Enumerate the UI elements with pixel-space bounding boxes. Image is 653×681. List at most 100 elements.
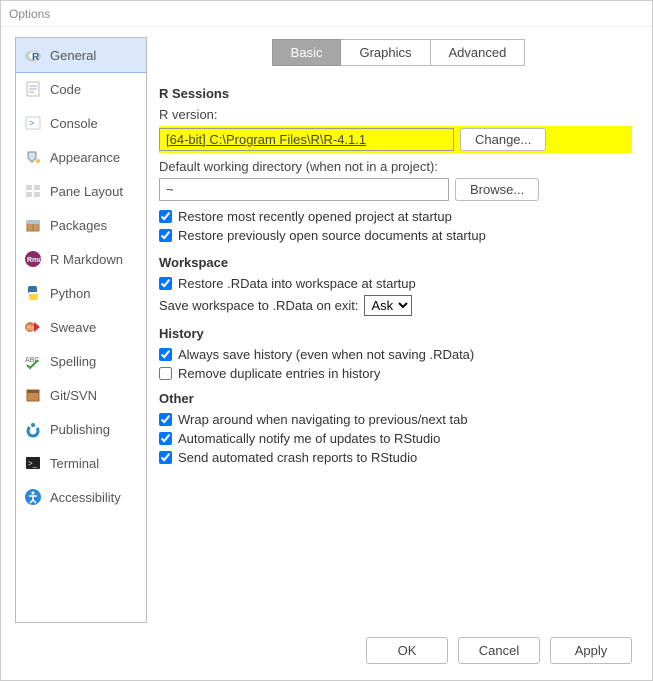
publishing-icon <box>24 420 42 438</box>
sidebar-item-label: Publishing <box>50 422 110 437</box>
sidebar-item-label: General <box>50 48 96 63</box>
crash-checkbox[interactable]: Send automated crash reports to RStudio <box>159 450 632 465</box>
remove-dup-label: Remove duplicate entries in history <box>178 366 380 381</box>
restore-rdata-label: Restore .RData into workspace at startup <box>178 276 416 291</box>
sidebar-item-general[interactable]: R General <box>15 37 147 73</box>
restore-project-checkbox[interactable]: Restore most recently opened project at … <box>159 209 632 224</box>
notify-input[interactable] <box>159 432 172 445</box>
defaultdir-row: Browse... <box>159 178 632 201</box>
sidebar-item-label: Pane Layout <box>50 184 123 199</box>
package-icon <box>24 216 42 234</box>
rversion-input[interactable]: [64-bit] C:\Program Files\R\R-4.1.1 <box>159 128 454 151</box>
sidebar-item-appearance[interactable]: Appearance <box>16 140 146 174</box>
tab-advanced[interactable]: Advanced <box>431 39 526 66</box>
save-workspace-label: Save workspace to .RData on exit: <box>159 298 358 313</box>
change-button[interactable]: Change... <box>460 128 546 151</box>
apply-button[interactable]: Apply <box>550 637 632 664</box>
paint-bucket-icon <box>24 148 42 166</box>
accessibility-icon <box>24 488 42 506</box>
r-logo-icon: R <box>24 46 42 64</box>
sidebar-item-label: Sweave <box>50 320 96 335</box>
git-box-icon <box>24 386 42 404</box>
sidebar-item-pane-layout[interactable]: Pane Layout <box>16 174 146 208</box>
sidebar-item-rmarkdown[interactable]: Rmd R Markdown <box>16 242 146 276</box>
sidebar-item-label: Terminal <box>50 456 99 471</box>
sidebar-item-label: Appearance <box>50 150 120 165</box>
wrap-label: Wrap around when navigating to previous/… <box>178 412 468 427</box>
document-icon <box>24 80 42 98</box>
options-window: Options R General Code > Console <box>0 0 653 681</box>
sweave-icon: Rnw <box>24 318 42 336</box>
sidebar: R General Code > Console Appear <box>15 37 147 623</box>
sidebar-item-label: Packages <box>50 218 107 233</box>
section-rsessions-title: R Sessions <box>159 86 632 101</box>
sidebar-item-packages[interactable]: Packages <box>16 208 146 242</box>
restore-project-label: Restore most recently opened project at … <box>178 209 452 224</box>
notify-label: Automatically notify me of updates to RS… <box>178 431 440 446</box>
console-icon: > <box>24 114 42 132</box>
always-save-history-input[interactable] <box>159 348 172 361</box>
spelling-icon: ABC <box>24 352 42 370</box>
sidebar-item-accessibility[interactable]: Accessibility <box>16 480 146 514</box>
svg-text:R: R <box>32 52 40 63</box>
rversion-row: [64-bit] C:\Program Files\R\R-4.1.1 Chan… <box>159 126 632 153</box>
svg-text:>: > <box>29 118 34 128</box>
always-save-history-checkbox[interactable]: Always save history (even when not savin… <box>159 347 632 362</box>
remove-dup-checkbox[interactable]: Remove duplicate entries in history <box>159 366 632 381</box>
restore-rdata-input[interactable] <box>159 277 172 290</box>
section-history-title: History <box>159 326 632 341</box>
window-title: Options <box>1 1 652 27</box>
terminal-icon: >_ <box>24 454 42 472</box>
sidebar-item-publishing[interactable]: Publishing <box>16 412 146 446</box>
section-workspace-title: Workspace <box>159 255 632 270</box>
crash-input[interactable] <box>159 451 172 464</box>
sidebar-item-python[interactable]: Python <box>16 276 146 310</box>
python-icon <box>24 284 42 302</box>
content-area: R Sessions R version: [64-bit] C:\Progra… <box>159 80 638 469</box>
sidebar-item-gitsvn[interactable]: Git/SVN <box>16 378 146 412</box>
wrap-input[interactable] <box>159 413 172 426</box>
wrap-checkbox[interactable]: Wrap around when navigating to previous/… <box>159 412 632 427</box>
defaultdir-input[interactable] <box>159 178 449 201</box>
sidebar-item-label: R Markdown <box>50 252 123 267</box>
sidebar-item-label: Accessibility <box>50 490 121 505</box>
remove-dup-input[interactable] <box>159 367 172 380</box>
sidebar-item-sweave[interactable]: Rnw Sweave <box>16 310 146 344</box>
svg-text:Rmd: Rmd <box>27 257 42 264</box>
cancel-button[interactable]: Cancel <box>458 637 540 664</box>
save-workspace-select[interactable]: Ask <box>364 295 412 316</box>
window-body: R General Code > Console Appear <box>1 27 652 623</box>
rversion-label: R version: <box>159 107 632 122</box>
sidebar-item-label: Console <box>50 116 98 131</box>
sidebar-item-spelling[interactable]: ABC Spelling <box>16 344 146 378</box>
rversion-value: [64-bit] C:\Program Files\R\R-4.1.1 <box>166 132 366 147</box>
footer: OK Cancel Apply <box>1 623 652 680</box>
restore-rdata-checkbox[interactable]: Restore .RData into workspace at startup <box>159 276 632 291</box>
save-workspace-row: Save workspace to .RData on exit: Ask <box>159 295 632 316</box>
tab-basic[interactable]: Basic <box>272 39 342 66</box>
sidebar-item-terminal[interactable]: >_ Terminal <box>16 446 146 480</box>
always-save-history-label: Always save history (even when not savin… <box>178 347 474 362</box>
restore-docs-label: Restore previously open source documents… <box>178 228 486 243</box>
section-other-title: Other <box>159 391 632 406</box>
sidebar-item-label: Code <box>50 82 81 97</box>
defaultdir-label: Default working directory (when not in a… <box>159 159 632 174</box>
sidebar-item-label: Git/SVN <box>50 388 97 403</box>
crash-label: Send automated crash reports to RStudio <box>178 450 417 465</box>
rmarkdown-icon: Rmd <box>24 250 42 268</box>
restore-docs-checkbox[interactable]: Restore previously open source documents… <box>159 228 632 243</box>
sidebar-item-console[interactable]: > Console <box>16 106 146 140</box>
restore-project-input[interactable] <box>159 210 172 223</box>
svg-text:>_: >_ <box>28 459 38 468</box>
tab-graphics[interactable]: Graphics <box>341 39 430 66</box>
browse-button[interactable]: Browse... <box>455 178 539 201</box>
main-panel: Basic Graphics Advanced R Sessions R ver… <box>159 37 638 623</box>
restore-docs-input[interactable] <box>159 229 172 242</box>
notify-checkbox[interactable]: Automatically notify me of updates to RS… <box>159 431 632 446</box>
sidebar-item-code[interactable]: Code <box>16 72 146 106</box>
tab-bar: Basic Graphics Advanced <box>159 39 638 66</box>
ok-button[interactable]: OK <box>366 637 448 664</box>
sidebar-item-label: Spelling <box>50 354 96 369</box>
layout-icon <box>24 182 42 200</box>
sidebar-item-label: Python <box>50 286 90 301</box>
